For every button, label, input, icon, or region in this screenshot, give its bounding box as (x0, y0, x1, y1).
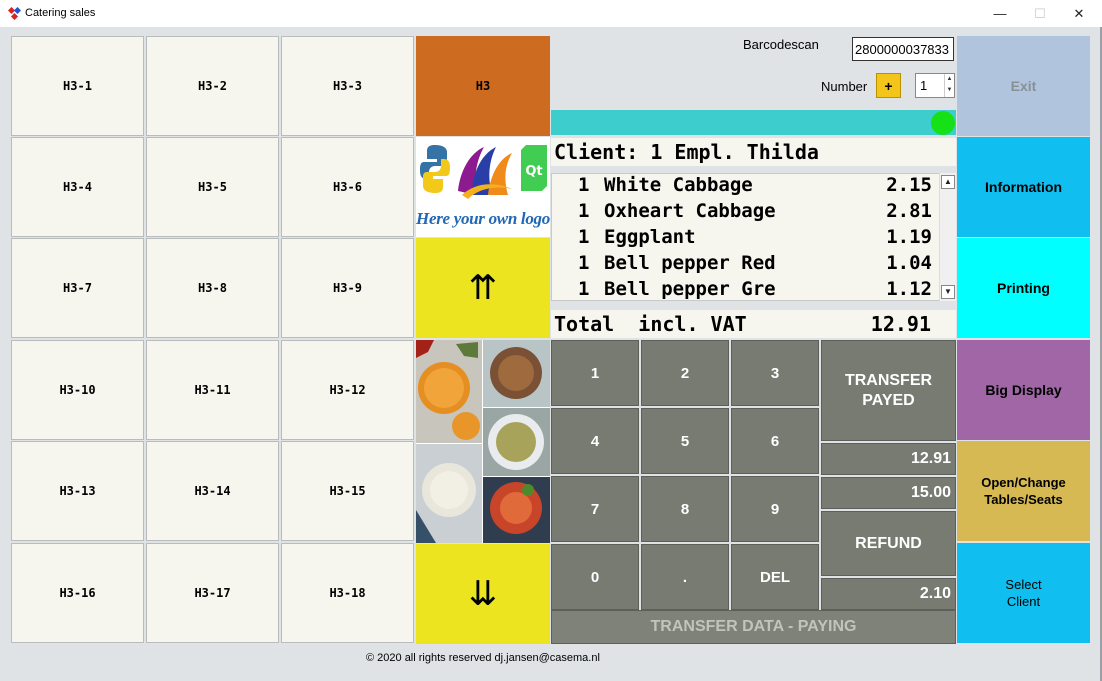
client-info: Client: 1 Empl. Thilda (551, 138, 956, 166)
refund-button[interactable]: REFUND (821, 511, 956, 576)
footer-copyright: © 2020 all rights reserved dj.jansen@cas… (366, 652, 600, 664)
keypad-4[interactable]: 4 (551, 408, 639, 474)
number-label: Number (821, 79, 868, 94)
order-scrollbar[interactable]: ▲ ▼ (939, 173, 956, 301)
order-qty: 1 (578, 252, 590, 274)
brand-logo-icon (458, 147, 512, 199)
printing-button[interactable]: Printing (957, 238, 1090, 338)
keypad-8[interactable]: 8 (641, 476, 729, 542)
amount-due: 12.91 (821, 443, 956, 475)
window-title: Catering sales (25, 7, 96, 19)
app-icon (8, 7, 21, 20)
open-change-tables-button[interactable]: Open/Change Tables/Seats (957, 441, 1090, 541)
item-button-h3-16[interactable]: H3-16 (11, 543, 144, 643)
scroll-down-arrow-icon[interactable]: ▼ (941, 285, 955, 299)
keypad-7[interactable]: 7 (551, 476, 639, 542)
keypad-0[interactable]: 0 (551, 544, 639, 610)
item-button-h3-3[interactable]: H3-3 (281, 36, 414, 136)
quantity-stepper[interactable]: 1 ▲ ▼ (915, 73, 955, 98)
order-price: 1.12 (886, 278, 932, 300)
order-qty: 1 (578, 278, 590, 300)
keypad-9[interactable]: 9 (731, 476, 819, 542)
stepper-arrows[interactable]: ▲ ▼ (944, 74, 954, 97)
total-label: Total incl. VAT (554, 312, 747, 336)
order-name: White Cabbage (604, 174, 753, 196)
keypad-5[interactable]: 5 (641, 408, 729, 474)
double-arrow-down-icon: ⇊ (468, 574, 498, 614)
order-list[interactable]: 1 White Cabbage 2.15 1 Oxheart Cabbage 2… (551, 173, 956, 301)
logo-caption: Here your own logo (416, 209, 550, 228)
scroll-thumb[interactable] (943, 193, 953, 281)
maximize-button[interactable]: ☐ (1020, 0, 1060, 27)
title-bar: Catering sales — ☐ ✕ (0, 0, 1102, 27)
order-name: Eggplant (604, 226, 696, 248)
item-button-h3-10[interactable]: H3-10 (11, 340, 144, 440)
order-row[interactable]: 1 Oxheart Cabbage 2.81 (552, 200, 942, 226)
keypad-delete[interactable]: DEL (731, 544, 819, 610)
information-button[interactable]: Information (957, 137, 1090, 237)
company-logo: Qt Here your own logo (416, 137, 550, 237)
order-row[interactable]: 1 Eggplant 1.19 (552, 226, 942, 252)
item-button-h3-18[interactable]: H3-18 (281, 543, 414, 643)
quantity-value: 1 (920, 78, 928, 93)
order-row[interactable]: 1 Bell pepper Gre 1.12 (552, 278, 942, 300)
item-button-h3-1[interactable]: H3-1 (11, 36, 144, 136)
item-button-h3-9[interactable]: H3-9 (281, 238, 414, 338)
order-price: 1.04 (886, 252, 932, 274)
scroll-down-button[interactable]: ⇊ (416, 544, 550, 644)
keypad-decimal[interactable]: . (641, 544, 729, 610)
qt-logo-icon: Qt (521, 145, 547, 191)
order-qty: 1 (578, 174, 590, 196)
item-button-h3-15[interactable]: H3-15 (281, 441, 414, 541)
keypad-1[interactable]: 1 (551, 340, 639, 406)
big-display-button[interactable]: Big Display (957, 340, 1090, 440)
order-name: Bell pepper Red (604, 252, 776, 274)
scroll-up-arrow-icon[interactable]: ▲ (941, 175, 955, 189)
item-button-h3-17[interactable]: H3-17 (146, 543, 279, 643)
transfer-payed-button[interactable]: TRANSFER PAYED (821, 340, 956, 441)
python-logo-icon (420, 145, 450, 193)
item-button-h3-7[interactable]: H3-7 (11, 238, 144, 338)
keypad-6[interactable]: 6 (731, 408, 819, 474)
close-button[interactable]: ✕ (1059, 0, 1099, 27)
order-price: 1.19 (886, 226, 932, 248)
order-qty: 1 (578, 200, 590, 222)
barcode-label: Barcodescan (743, 37, 819, 52)
order-price: 2.15 (886, 174, 932, 196)
refund-amount: 2.10 (821, 578, 956, 610)
order-name: Oxheart Cabbage (604, 200, 776, 222)
scroll-up-button[interactable]: ⇈ (416, 238, 550, 338)
increment-button[interactable]: + (876, 73, 901, 98)
svg-text:Qt: Qt (525, 164, 542, 179)
exit-button[interactable]: Exit (957, 36, 1090, 136)
item-button-h3-8[interactable]: H3-8 (146, 238, 279, 338)
item-button-h3-13[interactable]: H3-13 (11, 441, 144, 541)
total-line: Total incl. VAT 12.91 (551, 310, 956, 338)
item-button-h3-5[interactable]: H3-5 (146, 137, 279, 237)
barcode-input[interactable] (852, 37, 954, 61)
amount-given: 15.00 (821, 477, 956, 509)
transfer-data-button[interactable]: TRANSFER DATA - PAYING (551, 610, 956, 644)
item-button-h3-6[interactable]: H3-6 (281, 137, 414, 237)
item-button-h3-4[interactable]: H3-4 (11, 137, 144, 237)
item-button-h3-12[interactable]: H3-12 (281, 340, 414, 440)
minimize-button[interactable]: — (980, 0, 1020, 27)
order-row[interactable]: 1 White Cabbage 2.15 (552, 174, 942, 200)
select-client-button[interactable]: Select Client (957, 543, 1090, 643)
order-qty: 1 (578, 226, 590, 248)
total-value: 12.91 (870, 312, 931, 336)
keypad-2[interactable]: 2 (641, 340, 729, 406)
status-bar (551, 110, 956, 135)
order-name: Bell pepper Gre (604, 278, 776, 300)
keypad-3[interactable]: 3 (731, 340, 819, 406)
item-button-h3-2[interactable]: H3-2 (146, 36, 279, 136)
food-photos (416, 340, 550, 543)
double-arrow-up-icon: ⇈ (468, 268, 498, 308)
order-row[interactable]: 1 Bell pepper Red 1.04 (552, 252, 942, 278)
order-price: 2.81 (886, 200, 932, 222)
item-button-h3-14[interactable]: H3-14 (146, 441, 279, 541)
status-indicator (931, 111, 955, 135)
category-button-h3[interactable]: H3 (416, 36, 550, 136)
item-button-h3-11[interactable]: H3-11 (146, 340, 279, 440)
